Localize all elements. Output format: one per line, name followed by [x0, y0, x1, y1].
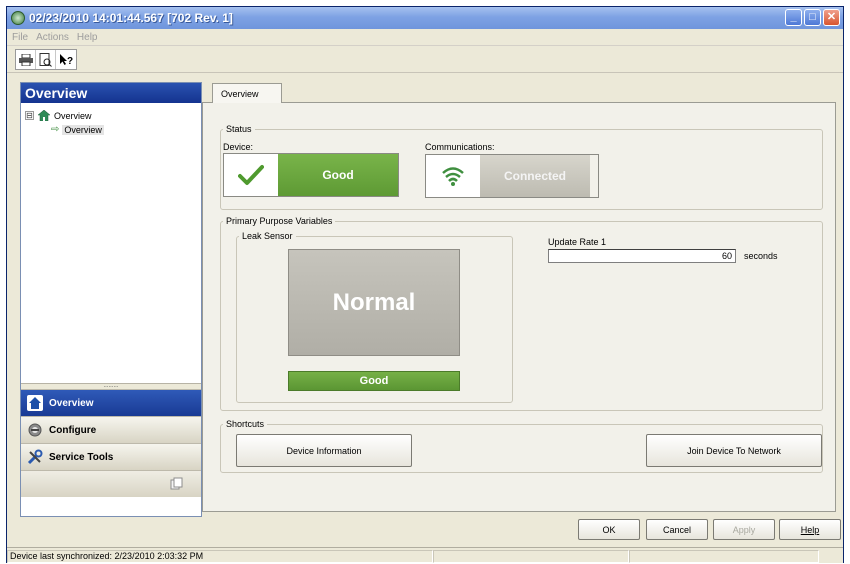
statusbar-pane-3	[629, 549, 819, 563]
device-tree: ⊟ Overview ⇨ Overview	[21, 103, 201, 403]
comms-icon-cell	[426, 155, 480, 197]
print-preview-icon	[39, 52, 52, 67]
close-button[interactable]: ✕	[823, 9, 840, 26]
menu-actions[interactable]: Actions	[36, 32, 69, 43]
device-status-value: Good	[278, 154, 398, 196]
wireless-icon	[442, 167, 464, 186]
ok-button[interactable]: OK	[578, 519, 640, 540]
nav-button-label: Service Tools	[49, 451, 114, 463]
tree-root-row[interactable]: ⊟ Overview	[21, 109, 201, 122]
update-rate-field[interactable]: 60	[548, 249, 736, 263]
sync-status-text: Device last synchronized: 2/23/2010 2:03…	[7, 549, 433, 563]
ppv-group-label: Primary Purpose Variables	[226, 216, 333, 226]
apply-button[interactable]: Apply	[713, 519, 775, 540]
device-icon-cell	[224, 154, 278, 196]
tree-child-row[interactable]: ⇨ Overview	[21, 123, 201, 136]
nav-button-configure[interactable]: Configure	[21, 416, 201, 443]
nav-button-service-tools[interactable]: Service Tools	[21, 443, 201, 470]
overflow-icon[interactable]	[170, 477, 183, 490]
toolbar: ?	[7, 47, 843, 73]
configure-icon	[27, 422, 43, 438]
statusbar-pane-2	[433, 549, 629, 563]
tools-icon	[27, 449, 43, 465]
leak-sensor-status: Good	[288, 371, 460, 391]
svg-text:?: ?	[67, 56, 73, 67]
nav-button-label: Configure	[49, 424, 97, 436]
device-status-indicator: Good	[223, 153, 399, 197]
overview-tab-page: Status Device: Good Communications: Conn…	[202, 102, 836, 512]
home-icon	[27, 395, 43, 411]
communications-status-indicator: Connected	[425, 154, 599, 198]
toolbar-group: ?	[15, 49, 77, 70]
help-button[interactable]: Help	[779, 519, 841, 540]
navigation-panel: Overview ⊟ Overview ⇨ Overview .........…	[20, 82, 202, 517]
checkmark-icon	[238, 165, 264, 185]
cancel-button[interactable]: Cancel	[646, 519, 708, 540]
update-rate-unit: seconds	[744, 251, 778, 261]
nav-footer	[21, 470, 201, 497]
print-preview-button[interactable]	[36, 50, 56, 69]
device-information-button[interactable]: Device Information	[236, 434, 412, 467]
leak-sensor-label: Leak Sensor	[242, 231, 293, 241]
printer-icon	[18, 53, 33, 66]
status-bar: Device last synchronized: 2/23/2010 2:03…	[7, 547, 843, 564]
maximize-button[interactable]: □	[804, 9, 821, 26]
minimize-button[interactable]: _	[785, 9, 802, 26]
nav-buttons: Overview Configure Service Tools	[21, 389, 201, 497]
status-group-label: Status	[226, 124, 252, 134]
tree-root-label: Overview	[54, 110, 92, 121]
print-button[interactable]	[16, 50, 36, 69]
nav-button-label: Overview	[49, 397, 94, 409]
nav-header: Overview	[21, 83, 201, 103]
leak-sensor-value: Normal	[288, 249, 460, 356]
window-controls: _ □ ✕	[785, 9, 840, 26]
tree-expander-icon[interactable]: ⊟	[25, 111, 34, 120]
window-title: 02/23/2010 14:01:44.567 [702 Rev. 1]	[29, 11, 233, 25]
menu-help[interactable]: Help	[77, 32, 98, 43]
update-rate-label: Update Rate 1	[548, 237, 607, 247]
device-label: Device:	[223, 142, 254, 152]
arrow-right-icon: ⇨	[51, 124, 60, 135]
menu-file[interactable]: File	[12, 32, 28, 43]
tab-overview[interactable]: Overview	[212, 83, 282, 103]
communications-label: Communications:	[425, 142, 495, 152]
app-icon	[11, 11, 25, 25]
house-icon	[38, 110, 50, 121]
join-device-to-network-button[interactable]: Join Device To Network	[646, 434, 822, 467]
application-window: 02/23/2010 14:01:44.567 [702 Rev. 1] _ □…	[6, 6, 844, 563]
nav-button-overview[interactable]: Overview	[21, 389, 201, 416]
menu-bar: File Actions Help	[7, 29, 843, 46]
communications-status-value: Connected	[480, 155, 590, 197]
context-help-button[interactable]: ?	[56, 50, 76, 69]
context-help-icon: ?	[60, 53, 73, 67]
title-bar[interactable]: 02/23/2010 14:01:44.567 [702 Rev. 1] _ □…	[7, 7, 843, 29]
shortcuts-group-label: Shortcuts	[226, 419, 265, 429]
tree-child-label: Overview	[62, 124, 104, 135]
